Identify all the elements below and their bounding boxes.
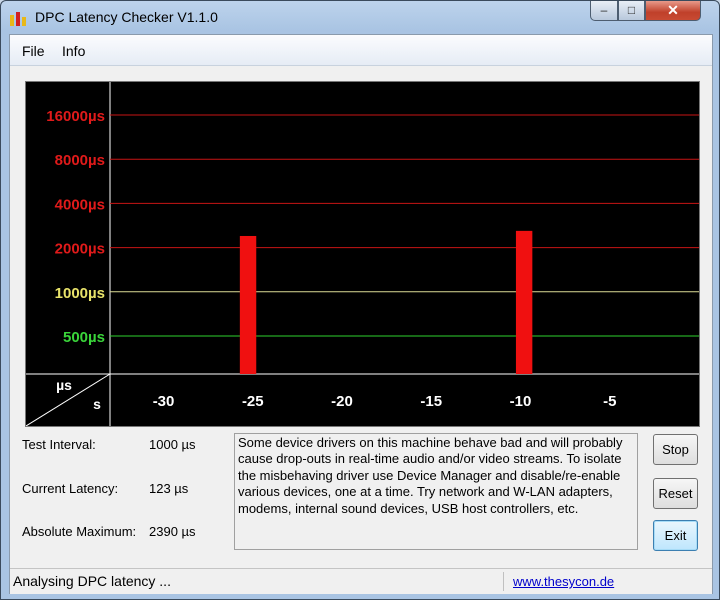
status-text: Analysing DPC latency ... [13,573,171,589]
close-button[interactable]: ✕ [645,1,701,21]
y-tick-label: 2000µs [55,241,105,258]
x-tick-label: -30 [153,393,175,410]
y-tick-label: 1000µs [55,285,105,302]
minimize-button[interactable]: – [590,1,618,21]
latency-bar [239,235,257,374]
current-latency-label: Current Latency: [22,481,119,496]
y-tick-label: 500µs [63,329,105,346]
y-tick-label: 16000µs [46,108,105,125]
x-tick-label: -5 [603,393,616,410]
exit-button[interactable]: Exit [653,520,698,551]
latency-bar [515,230,533,374]
y-tick-label: 4000µs [55,196,105,213]
maximize-button[interactable]: □ [618,1,645,21]
x-tick-label: -10 [510,393,532,410]
client-area: File Info 16000µs 8000µs 4000µs 2000µs 1000µ… [9,34,713,594]
y-tick-label: 8000µs [55,152,105,169]
x-tick-label: -25 [242,393,264,410]
x-tick-label: -15 [420,393,442,410]
absolute-maximum-value: 2390 µs [149,524,196,539]
latency-chart-frame: 16000µs 8000µs 4000µs 2000µs 1000µs 500µs -30 -… [25,81,700,427]
window-title: DPC Latency Checker V1.1.0 [35,9,218,25]
menu-file[interactable]: File [22,43,45,59]
title-bar[interactable]: DPC Latency Checker V1.1.0 – □ ✕ [1,1,719,33]
app-window: DPC Latency Checker V1.1.0 – □ ✕ File In… [0,0,720,600]
y-unit-label: µs [56,377,72,393]
menu-bar: File Info [10,35,712,66]
status-separator [503,572,504,591]
test-interval-label: Test Interval: [22,437,96,452]
x-tick-label: -20 [331,393,353,410]
menu-info[interactable]: Info [62,43,85,59]
latency-chart: 16000µs 8000µs 4000µs 2000µs 1000µs 500µs -30 -… [25,82,699,427]
x-unit-label: s [93,396,101,412]
website-link[interactable]: www.thesycon.de [513,574,614,589]
app-icon [10,12,26,26]
absolute-maximum-label: Absolute Maximum: [22,524,137,539]
stop-button[interactable]: Stop [653,434,698,465]
current-latency-value: 123 µs [149,481,189,496]
test-interval-value: 1000 µs [149,437,196,452]
status-bar: Analysing DPC latency ... www.thesycon.d… [10,568,712,594]
status-message-box: Some device drivers on this machine beha… [234,433,638,550]
reset-button[interactable]: Reset [653,478,698,509]
